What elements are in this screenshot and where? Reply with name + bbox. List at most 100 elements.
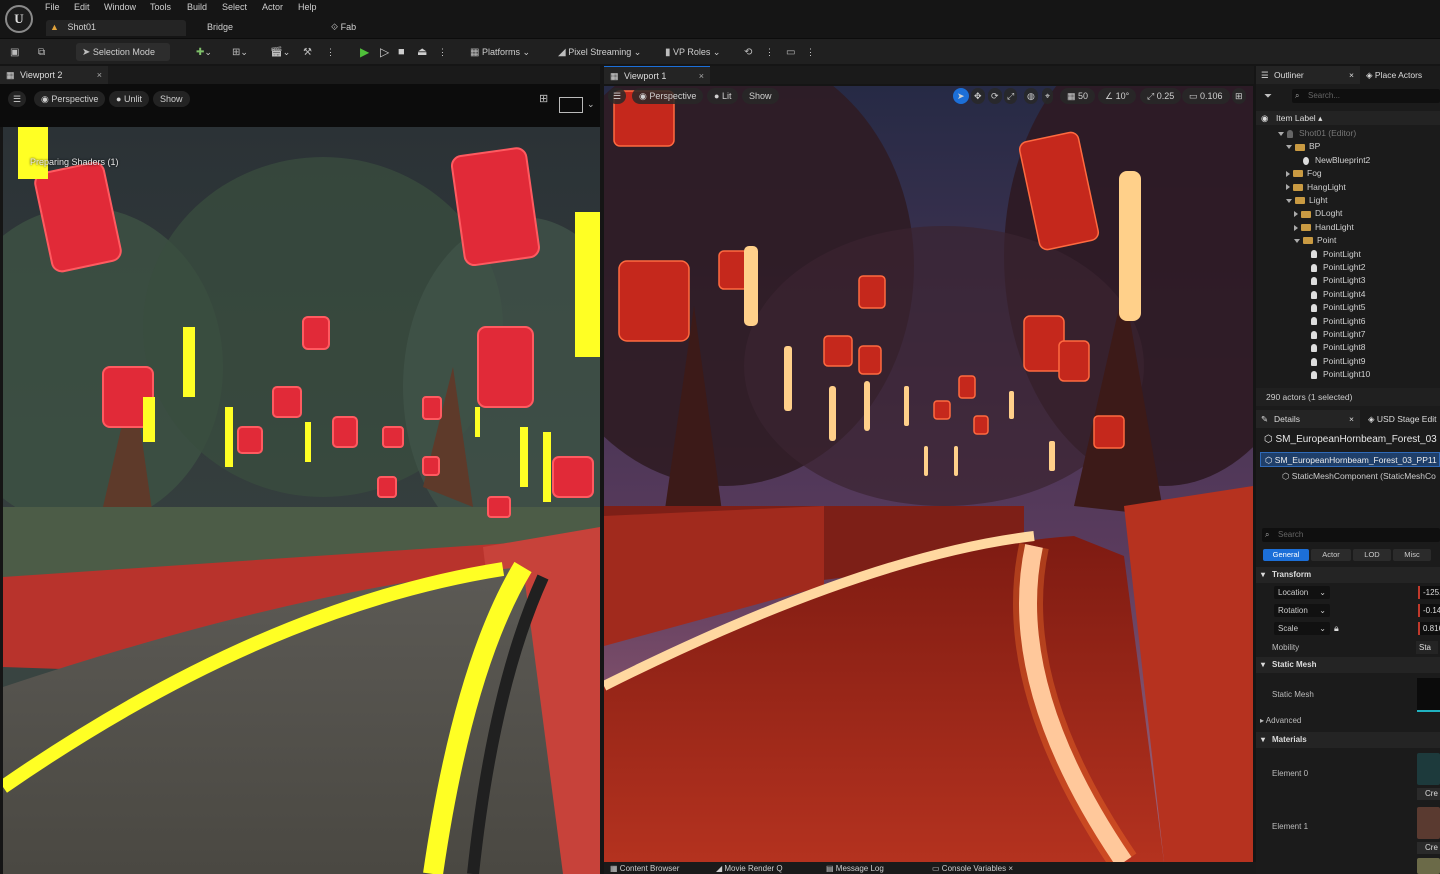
advanced-expander[interactable]: ▸ Advanced — [1260, 716, 1301, 725]
platforms-dropdown[interactable]: ▦ Platforms ⌄ — [470, 43, 530, 61]
eject-icon[interactable]: ⏏ — [417, 43, 427, 61]
outliner-row[interactable]: PointLight3 — [1256, 274, 1440, 287]
layout-grid-icon[interactable]: ⊞ — [539, 92, 548, 105]
lock-icon[interactable]: 🔒︎ — [1334, 623, 1339, 634]
hamburger-menu-icon[interactable]: ☰ — [8, 91, 27, 107]
tab-message-log[interactable]: ▤ Message Log — [826, 864, 884, 873]
grid-snap-button[interactable]: ▦ 50 — [1060, 88, 1096, 104]
outliner-row[interactable]: Light — [1256, 194, 1440, 207]
camera-speed-button[interactable]: ▭ 0.106 — [1182, 88, 1230, 104]
close-icon[interactable]: × — [699, 67, 704, 85]
hamburger-menu-icon[interactable]: ☰ — [608, 88, 627, 104]
translate-tool-icon[interactable]: ✥ — [971, 88, 985, 104]
outliner-row[interactable]: PointLight7 — [1256, 328, 1440, 341]
menu-file[interactable]: File — [45, 2, 60, 12]
tab-details[interactable]: ✎ Details × — [1256, 410, 1360, 428]
stop-icon[interactable]: ■ — [398, 43, 405, 61]
unreal-logo-icon[interactable]: U — [5, 5, 33, 33]
expand-down-icon[interactable] — [1286, 145, 1292, 150]
play-icon[interactable]: ▶ — [360, 43, 369, 61]
expand-down-icon[interactable] — [1278, 131, 1284, 136]
outliner-row[interactable]: PointLight10 — [1256, 368, 1440, 381]
outliner-row[interactable]: PointLight6 — [1256, 315, 1440, 328]
details-search-input[interactable]: ⌕ Search — [1262, 528, 1440, 542]
transform-section-header[interactable]: ▾ Transform — [1256, 567, 1440, 583]
viewport1-scene[interactable]: ☰ ◉ Perspective ● Lit Show ➤ ✥ ⟳ ⤢ ◍ ⌖ ▦… — [604, 86, 1253, 862]
add-actor-icon[interactable]: ✚⌄ — [196, 43, 212, 61]
view-mode-button[interactable]: ● Unlit — [109, 91, 149, 107]
source-control-icon[interactable]: ⧉ — [38, 43, 45, 61]
tab-movie-render-queue[interactable]: ◢ Movie Render Q — [716, 864, 783, 873]
outliner-row[interactable]: PointLight8 — [1256, 341, 1440, 354]
static-mesh-thumbnail[interactable] — [1417, 678, 1440, 712]
surface-snap-icon[interactable]: ⌖ — [1042, 88, 1054, 104]
filter-icon[interactable]: ⏷ — [1264, 91, 1272, 102]
rotation-dropdown[interactable]: Rotation ⌄ — [1274, 604, 1330, 617]
close-icon[interactable]: × — [1349, 410, 1354, 428]
menu-actor[interactable]: Actor — [262, 2, 283, 12]
create-material-button[interactable]: Cre — [1417, 842, 1440, 854]
static-mesh-section-header[interactable]: ▾ Static Mesh — [1256, 657, 1440, 673]
show-button[interactable]: Show — [153, 91, 190, 107]
select-tool-icon[interactable]: ➤ — [953, 88, 969, 104]
outliner-row[interactable]: PointLight5 — [1256, 301, 1440, 314]
outliner-row[interactable]: Fog — [1256, 167, 1440, 180]
menu-build[interactable]: Build — [187, 2, 207, 12]
menu-help[interactable]: Help — [298, 2, 317, 12]
outliner-row[interactable]: Point — [1256, 234, 1440, 247]
component-row[interactable]: ⬡ StaticMeshComponent (StaticMeshCo — [1282, 470, 1440, 483]
pixel-streaming-dropdown[interactable]: ◢ Pixel Streaming ⌄ — [558, 43, 641, 61]
material-thumbnail-1[interactable] — [1417, 807, 1440, 839]
outliner-row[interactable]: PointLight2 — [1256, 261, 1440, 274]
outliner-row[interactable]: Shot01 (Editor) — [1256, 127, 1440, 140]
outliner-row[interactable]: PointLight9 — [1256, 355, 1440, 368]
scale-snap-button[interactable]: ⤢ 0.25 — [1140, 88, 1182, 104]
viewport2-scene[interactable]: Preparing Shaders (1) — [3, 127, 600, 874]
cinematics-icon[interactable]: 🎬︎⌄ — [270, 43, 290, 61]
build-icon[interactable]: ⚒ — [303, 43, 312, 61]
rotation-x-field[interactable]: -0.14 — [1418, 604, 1440, 617]
outliner-row[interactable]: PointLight4 — [1256, 288, 1440, 301]
play-advance-icon[interactable]: ▷ — [380, 43, 389, 61]
menu-select[interactable]: Select — [222, 2, 247, 12]
expand-right-icon[interactable] — [1286, 184, 1290, 191]
scale-tool-icon[interactable]: ⤢ — [1004, 88, 1018, 104]
material-thumbnail-2[interactable] — [1417, 858, 1440, 874]
location-dropdown[interactable]: Location ⌄ — [1274, 586, 1330, 599]
show-button[interactable]: Show — [742, 88, 779, 104]
perspective-button[interactable]: ◉ Perspective — [34, 91, 106, 107]
outliner-row[interactable]: DLoght — [1256, 207, 1440, 220]
outliner-row[interactable]: HandLight — [1256, 221, 1440, 234]
view-mode-button[interactable]: ● Lit — [707, 88, 739, 104]
close-icon[interactable]: × — [97, 66, 102, 84]
vp-roles-dropdown[interactable]: ▮ VP Roles ⌄ — [665, 43, 720, 61]
details-actor-name[interactable]: ⬡ SM_EuropeanHornbeam_Forest_03 — [1264, 432, 1440, 448]
location-x-field[interactable]: -125. — [1418, 586, 1440, 599]
layout-grid-icon[interactable]: ⊞ — [1232, 88, 1246, 104]
viewport-layout-icon[interactable] — [559, 97, 583, 113]
camera-icon[interactable]: ▭ — [786, 43, 795, 61]
filter-tab-lod[interactable]: LOD — [1353, 549, 1391, 561]
world-local-icon[interactable]: ◍ — [1024, 88, 1038, 104]
menu-window[interactable]: Window — [104, 2, 136, 12]
material-thumbnail-0[interactable] — [1417, 753, 1440, 785]
rotate-tool-icon[interactable]: ⟳ — [988, 88, 1002, 104]
tab-outliner[interactable]: ☰ Outliner × — [1256, 66, 1360, 84]
close-icon[interactable]: × — [1349, 66, 1354, 84]
menu-tools[interactable]: Tools — [150, 2, 171, 12]
tab-console-variables[interactable]: ▭ Console Variables × — [932, 864, 1013, 873]
filter-tab-misc[interactable]: Misc — [1393, 549, 1431, 561]
tab-place-actors[interactable]: ◈ Place Actors — [1366, 66, 1422, 84]
expand-down-icon[interactable] — [1294, 238, 1300, 243]
tab-usd-stage-editor[interactable]: ◈ USD Stage Edit — [1368, 410, 1436, 428]
scale-x-field[interactable]: 0.816 — [1418, 622, 1440, 635]
perspective-button[interactable]: ◉ Perspective — [632, 88, 704, 104]
materials-section-header[interactable]: ▾ Materials — [1256, 732, 1440, 748]
expand-right-icon[interactable] — [1294, 211, 1298, 218]
expand-right-icon[interactable] — [1286, 170, 1290, 177]
selection-mode-dropdown[interactable]: ➤ Selection Mode ⌄ — [76, 43, 170, 76]
rotation-snap-button[interactable]: ∠ 10° — [1098, 88, 1137, 104]
tab-bridge[interactable]: Bridge — [207, 20, 233, 36]
outliner-row[interactable]: HangLight — [1256, 181, 1440, 194]
toolbar-more2-icon[interactable]: ⋮ — [806, 43, 815, 61]
